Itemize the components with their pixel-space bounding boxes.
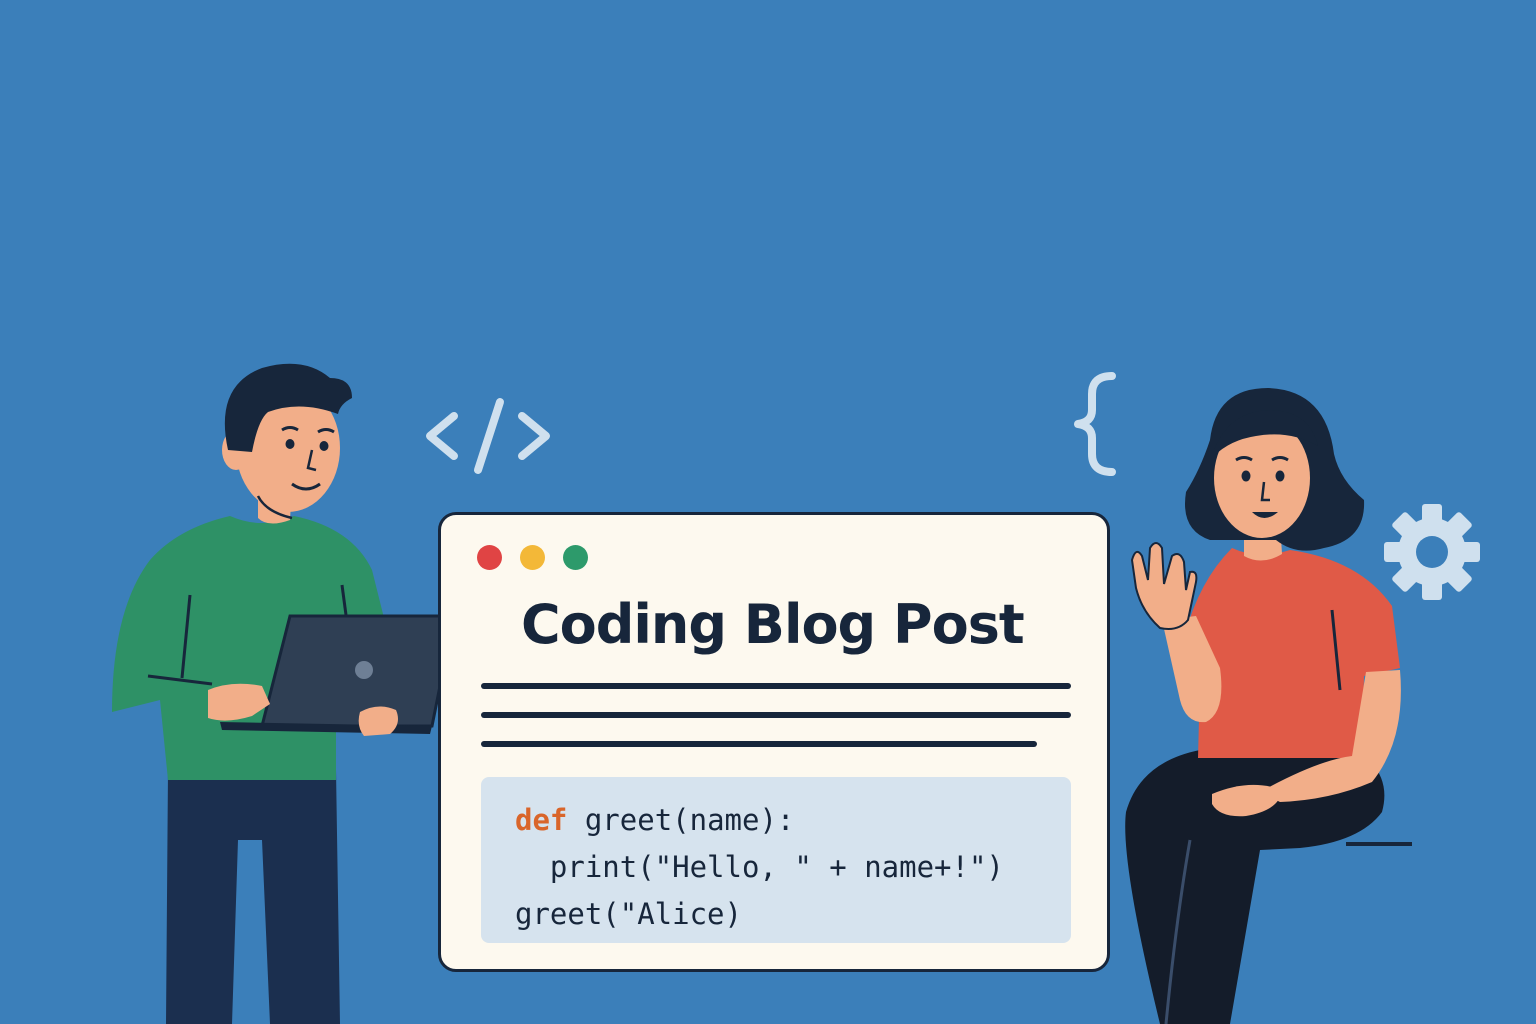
code-line: def greet(name): [515, 797, 1037, 844]
code-line: greet("Alice) [515, 897, 742, 931]
code-line: print("Hello, " + name+!") [515, 850, 1004, 884]
illustration-scene: Coding Blog Post def greet(name): print(… [0, 0, 1536, 1024]
curly-brace-icon [1074, 372, 1116, 476]
code-snippet: def greet(name): print("Hello, " + name+… [481, 777, 1071, 943]
maximize-dot[interactable] [563, 545, 588, 570]
blog-title: Coding Blog Post [521, 593, 1025, 656]
text-line-placeholder [481, 741, 1037, 747]
code-tag-icon [426, 398, 550, 474]
code-keyword: def [515, 803, 568, 837]
blog-post-window: Coding Blog Post def greet(name): print(… [438, 512, 1110, 972]
text-line-placeholder [481, 712, 1071, 718]
minimize-dot[interactable] [520, 545, 545, 570]
gear-icon [1384, 504, 1480, 600]
close-dot[interactable] [477, 545, 502, 570]
code-text: greet(name): [567, 803, 795, 837]
window-controls [477, 545, 588, 570]
text-line-placeholder [481, 683, 1071, 689]
